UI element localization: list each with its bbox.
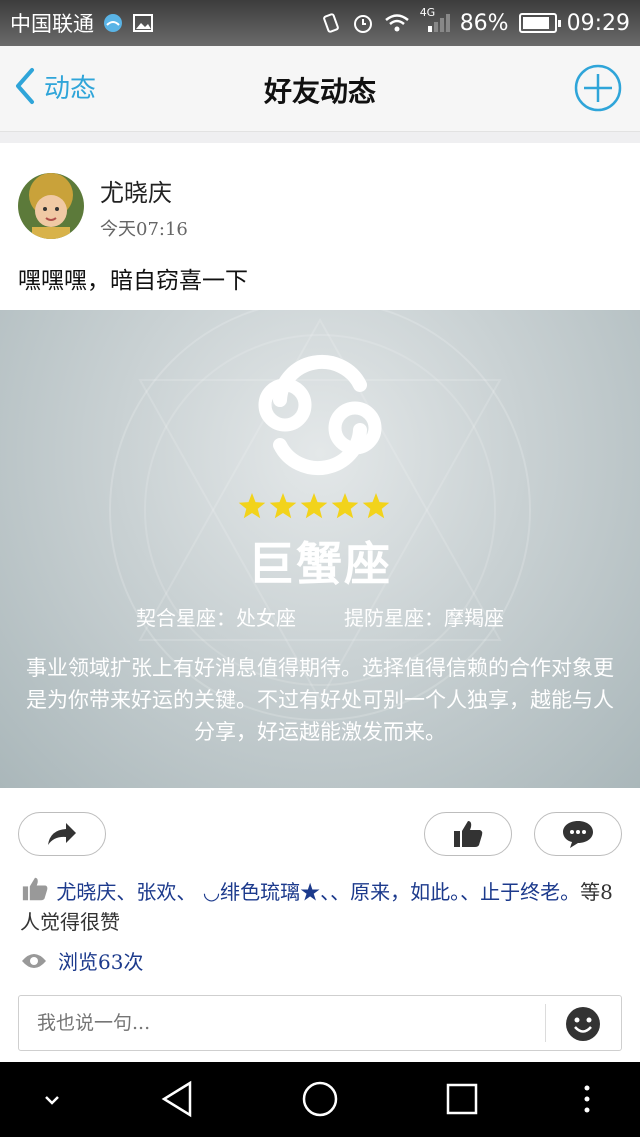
avatar[interactable]: [18, 173, 84, 239]
more-options-icon[interactable]: [580, 1080, 594, 1118]
eye-icon: [22, 953, 46, 968]
beware-sign: 提防星座：摩羯座: [344, 606, 504, 630]
share-arrow-icon: [48, 823, 76, 845]
share-button[interactable]: [18, 812, 106, 856]
comment-divider: [545, 1004, 546, 1042]
battery-level: [522, 17, 549, 29]
carrier-name: 中国联通: [10, 12, 94, 36]
likers-list[interactable]: 尤晓庆、张欢、 ◡绯色琉璃★、、原来，如此。、止于终老。: [56, 880, 580, 904]
thumbs-up-icon: [22, 877, 48, 901]
weather-icon: [104, 14, 122, 32]
top-nav-bar: 动态 好友动态: [0, 46, 640, 132]
back-triangle-icon[interactable]: [160, 1080, 196, 1118]
recents-square-icon[interactable]: [446, 1080, 478, 1118]
post-header: 尤晓庆 今天07:16 嘿嘿嘿，暗自窃喜一下: [0, 143, 640, 310]
post-actions-area: 尤晓庆、张欢、 ◡绯色琉璃★、、原来，如此。、止于终老。等8人觉得很赞 浏览63…: [0, 788, 640, 1062]
thumbs-up-icon: [454, 821, 483, 847]
cancer-sign-icon: [258, 354, 382, 476]
wifi-icon: [384, 14, 409, 32]
status-bar: 中国联通 4G 86% 09:29: [0, 0, 640, 46]
like-button[interactable]: [424, 812, 512, 856]
star-icon: [331, 493, 359, 519]
battery-percent: 86%: [459, 10, 509, 36]
vibrate-icon: [322, 13, 339, 33]
compatibility-row: 契合星座：处女座 提防星座：摩羯座: [0, 602, 640, 631]
zodiac-sign-name: 巨蟹座: [248, 537, 392, 591]
star-icon: [362, 493, 390, 519]
home-circle-icon[interactable]: [302, 1080, 338, 1118]
star-icon: [300, 493, 328, 519]
rating-stars: [0, 490, 640, 528]
emoji-icon[interactable]: [565, 1006, 601, 1042]
signal-icon: 4G: [420, 6, 450, 34]
star-icon: [269, 493, 297, 519]
back-label: 动态: [44, 73, 97, 104]
comment-bubble-icon: [563, 821, 593, 848]
post-text: 嘿嘿嘿，暗自窃喜一下: [18, 268, 248, 294]
chevron-left-icon: [16, 68, 34, 104]
post-time: 今天07:16: [100, 219, 188, 240]
gallery-icon: [133, 14, 153, 32]
alarm-icon: [353, 15, 372, 33]
system-nav-bar: [0, 1062, 640, 1137]
match-sign: 契合星座：处女座: [136, 606, 296, 630]
fortune-text: 事业领域扩张上有好消息值得期待。选择值得信赖的合作对象更是为你带来好运的关键。不…: [26, 656, 614, 744]
add-icon[interactable]: [574, 64, 622, 112]
view-count-text: 浏览63次: [58, 950, 144, 974]
chevron-down-icon[interactable]: [40, 1088, 64, 1112]
battery-icon: [518, 13, 561, 33]
star-icon: [238, 493, 266, 519]
back-button[interactable]: 动态: [12, 66, 96, 106]
comment-button[interactable]: [534, 812, 622, 856]
clock: 09:29: [566, 10, 630, 36]
view-count: 浏览63次: [20, 946, 143, 975]
comment-bar: [18, 995, 622, 1051]
likes-summary: 尤晓庆、张欢、 ◡绯色琉璃★、、原来，如此。、止于终老。等8人觉得很赞: [20, 876, 620, 937]
username[interactable]: 尤晓庆: [100, 173, 172, 208]
comment-input[interactable]: [19, 996, 545, 1050]
